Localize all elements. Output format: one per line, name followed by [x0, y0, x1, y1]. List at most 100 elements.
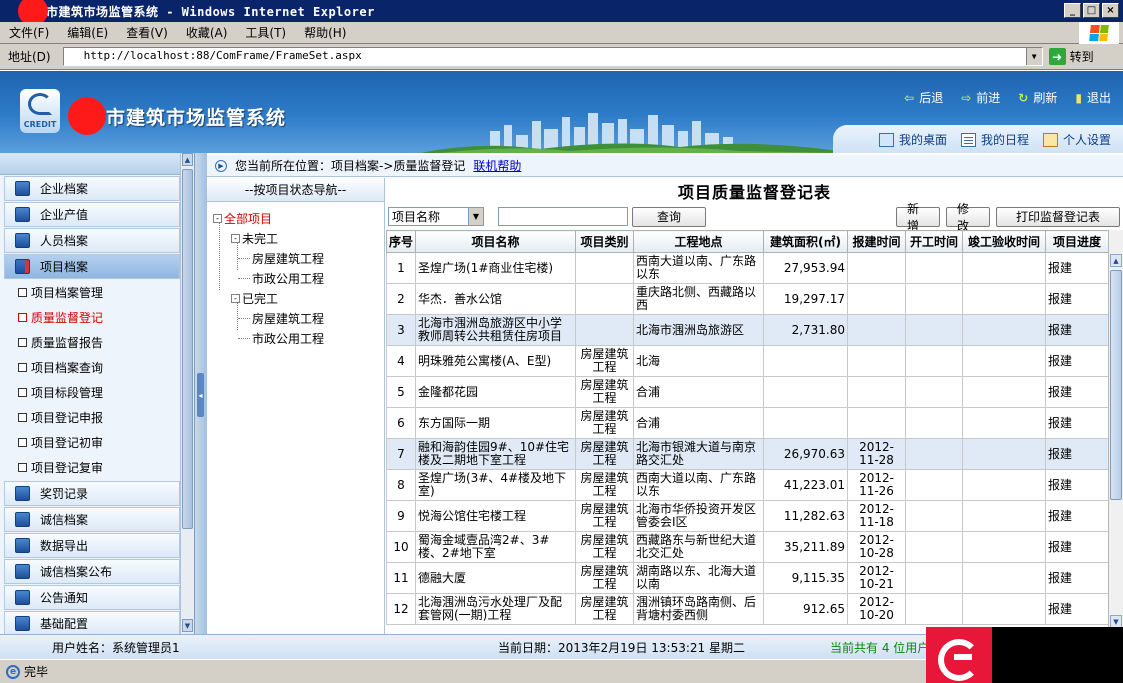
chevron-down-icon[interactable]: ▼: [468, 208, 483, 225]
scroll-down-icon[interactable]: ▼: [182, 619, 193, 632]
logo-text: CREDIT: [23, 120, 57, 129]
menu-view[interactable]: 查看(V): [117, 24, 177, 41]
go-button[interactable]: ➜ 转到: [1048, 48, 1094, 65]
menu-edit[interactable]: 编辑(E): [58, 24, 117, 41]
table-row[interactable]: 6 东方国际一期 房屋建筑工程 合浦 报建: [386, 407, 1109, 439]
sidebar-splitter[interactable]: ◂: [195, 153, 207, 634]
cell-name: 融和海韵佳园9#、10#住宅楼及二期地下室工程: [415, 438, 576, 470]
column-header[interactable]: 工程地点: [633, 230, 764, 253]
menu-help[interactable]: 帮助(H): [295, 24, 355, 41]
address-input[interactable]: http://localhost:88/ComFrame/FrameSet.as…: [62, 47, 1043, 66]
collapse-arrow-icon[interactable]: ◂: [197, 373, 204, 417]
window-titlebar: 市建筑市场监管系统 - Windows Internet Explorer _ …: [0, 0, 1123, 26]
maximize-button[interactable]: □: [1083, 3, 1100, 18]
menu-file[interactable]: 文件(F): [0, 24, 58, 41]
minimize-button[interactable]: _: [1064, 3, 1081, 18]
table-row[interactable]: 3 北海市涠洲岛旅游区中小学教师周转公共租赁住房项目 北海市涠洲岛旅游区 2,731.…: [386, 314, 1109, 346]
table-row[interactable]: 5 金隆都花园 房屋建筑工程 合浦 报建: [386, 376, 1109, 408]
sidebar-item-label: 企业档案: [40, 182, 89, 196]
table-row[interactable]: 7 融和海韵佳园9#、10#住宅楼及二期地下室工程 房屋建筑工程 北海市银滩大道与南京…: [386, 438, 1109, 470]
close-button[interactable]: ×: [1102, 3, 1119, 18]
tree-node-unfinished-municipal[interactable]: 市政公用工程: [207, 268, 384, 288]
sidebar-scrollbar[interactable]: ▲ ▼: [180, 153, 194, 634]
edit-button[interactable]: 修 改: [946, 202, 990, 233]
sidebar-category[interactable]: 基础配置: [4, 611, 180, 634]
grid-scrollbar[interactable]: ▲ ▼: [1108, 230, 1123, 632]
sidebar-category[interactable]: 项目档案: [4, 254, 180, 279]
column-header[interactable]: 项目名称: [415, 230, 576, 253]
sidebar-category[interactable]: 诚信档案: [4, 507, 180, 532]
cell-area: 19,297.17: [763, 283, 848, 315]
tree-node-finished-municipal[interactable]: 市政公用工程: [207, 328, 384, 348]
sidebar-subitem[interactable]: 质量监督登记: [4, 305, 180, 330]
cell-prog: 报建: [1045, 469, 1109, 501]
column-header[interactable]: 建筑面积(㎡): [763, 230, 848, 253]
table-row[interactable]: 2 华杰．善水公馆 重庆路北侧、西藏路以西 19,297.17 报建: [386, 283, 1109, 315]
sidebar-category[interactable]: 奖罚记录: [4, 481, 180, 506]
sidebar-subitem[interactable]: 项目档案查询: [4, 355, 180, 380]
tree-node-unfinished-house[interactable]: 房屋建筑工程: [207, 248, 384, 268]
sidebar-subitem[interactable]: 项目档案管理: [4, 280, 180, 305]
sidebar-category[interactable]: 公告通知: [4, 585, 180, 610]
cell-start: [905, 562, 963, 594]
exit-button[interactable]: ▮ 退出: [1075, 89, 1111, 106]
tree-node-unfinished[interactable]: - 未完工: [207, 228, 384, 248]
sidebar-subitem[interactable]: 项目登记初审: [4, 430, 180, 455]
cell-no: 4: [386, 345, 416, 377]
menu-favorites[interactable]: 收藏(A): [177, 24, 237, 41]
sidebar-category[interactable]: 诚信档案公布: [4, 559, 180, 584]
sidebar-subitem[interactable]: 项目标段管理: [4, 380, 180, 405]
search-input[interactable]: [498, 207, 628, 226]
scroll-up-icon[interactable]: ▲: [182, 153, 193, 166]
sidebar-scroll-thumb[interactable]: [182, 169, 193, 529]
sidebar-category[interactable]: 企业档案: [4, 176, 180, 201]
online-help-link[interactable]: 联机帮助: [473, 157, 521, 174]
sidebar-category[interactable]: 企业产值: [4, 202, 180, 227]
desktop-icon: [878, 133, 894, 147]
collapse-icon[interactable]: -: [231, 233, 240, 243]
tree-node-finished[interactable]: - 已完工: [207, 288, 384, 308]
table-row[interactable]: 10 蜀海金域壹品湾2#、3#楼、2#地下室 房屋建筑工程 西藏路东与新世纪大道北交汇…: [386, 531, 1109, 563]
my-schedule-link[interactable]: 我的日程: [960, 131, 1029, 148]
sidebar-item-label: 奖罚记录: [40, 487, 89, 501]
personal-settings-link[interactable]: 个人设置: [1042, 131, 1111, 148]
forward-button[interactable]: ⇨ 前进: [961, 89, 1000, 106]
project-grid: 序号 项目名称 项目类别 工程地点 建筑面积(㎡) 报建时间 开工时间 竣工验收时间 项目进度 …: [386, 230, 1123, 632]
sidebar-category[interactable]: 人员档案: [4, 228, 180, 253]
collapse-icon[interactable]: -: [231, 293, 240, 303]
table-header-row: 序号 项目名称 项目类别 工程地点 建筑面积(㎡) 报建时间 开工时间 竣工验收时间 项目进度: [386, 230, 1109, 253]
print-register-button[interactable]: 打印监督登记表: [996, 206, 1120, 227]
add-button[interactable]: 新 增: [896, 202, 940, 233]
sidebar-subitem[interactable]: 项目登记申报: [4, 405, 180, 430]
table-row[interactable]: 9 悦海公馆住宅楼工程 房屋建筑工程 北海市华侨投资开发区管委会Ⅰ区 11,282.63…: [386, 500, 1109, 532]
my-desktop-link[interactable]: 我的桌面: [878, 131, 947, 148]
folder-icon: [15, 564, 30, 579]
collapse-icon[interactable]: -: [213, 213, 222, 223]
table-row[interactable]: 4 明珠雅苑公寓楼(A、E型) 房屋建筑工程 北海 报建: [386, 345, 1109, 377]
table-row[interactable]: 12 北海涠洲岛污水处理厂及配套管网(一期)工程 房屋建筑工程 涠洲镇环岛路南侧、后背…: [386, 593, 1109, 625]
address-dropdown-icon[interactable]: ▼: [1025, 48, 1042, 65]
back-button[interactable]: ⇦ 后退: [904, 89, 943, 106]
sidebar-subitem[interactable]: 质量监督报告: [4, 330, 180, 355]
column-header[interactable]: 项目进度: [1045, 230, 1109, 253]
table-row[interactable]: 11 德融大厦 房屋建筑工程 湖南路以东、北海大道以南 9,115.35 2012-10-…: [386, 562, 1109, 594]
table-row[interactable]: 1 圣煌广场(1#商业住宅楼) 西南大道以南、广东路以东 27,953.94 报建: [386, 252, 1109, 284]
column-header[interactable]: 报建时间: [847, 230, 906, 253]
sidebar-category[interactable]: 数据导出: [4, 533, 180, 558]
tree-node-finished-house[interactable]: 房屋建筑工程: [207, 308, 384, 328]
scroll-up-icon[interactable]: ▲: [1110, 254, 1122, 267]
refresh-button[interactable]: ↻ 刷新: [1018, 89, 1057, 106]
menu-tools[interactable]: 工具(T): [236, 24, 295, 41]
search-button[interactable]: 查询: [632, 206, 706, 227]
column-header[interactable]: 竣工验收时间: [962, 230, 1046, 253]
column-header[interactable]: 开工时间: [905, 230, 963, 253]
tree-node-all[interactable]: - 全部项目: [207, 208, 384, 228]
column-header[interactable]: 项目类别: [575, 230, 634, 253]
column-header[interactable]: 序号: [386, 230, 416, 253]
search-field-select[interactable]: 项目名称 ▼: [388, 207, 484, 226]
sidebar-item-label: 项目档案查询: [31, 361, 104, 375]
sidebar-subitem[interactable]: 项目登记复审: [4, 455, 180, 480]
table-row[interactable]: 8 圣煌广场(3#、4#楼及地下室) 房屋建筑工程 西南大道以南、广东路以东 41,22…: [386, 469, 1109, 501]
grid-scroll-thumb[interactable]: [1110, 270, 1122, 500]
cell-done: [962, 314, 1046, 346]
